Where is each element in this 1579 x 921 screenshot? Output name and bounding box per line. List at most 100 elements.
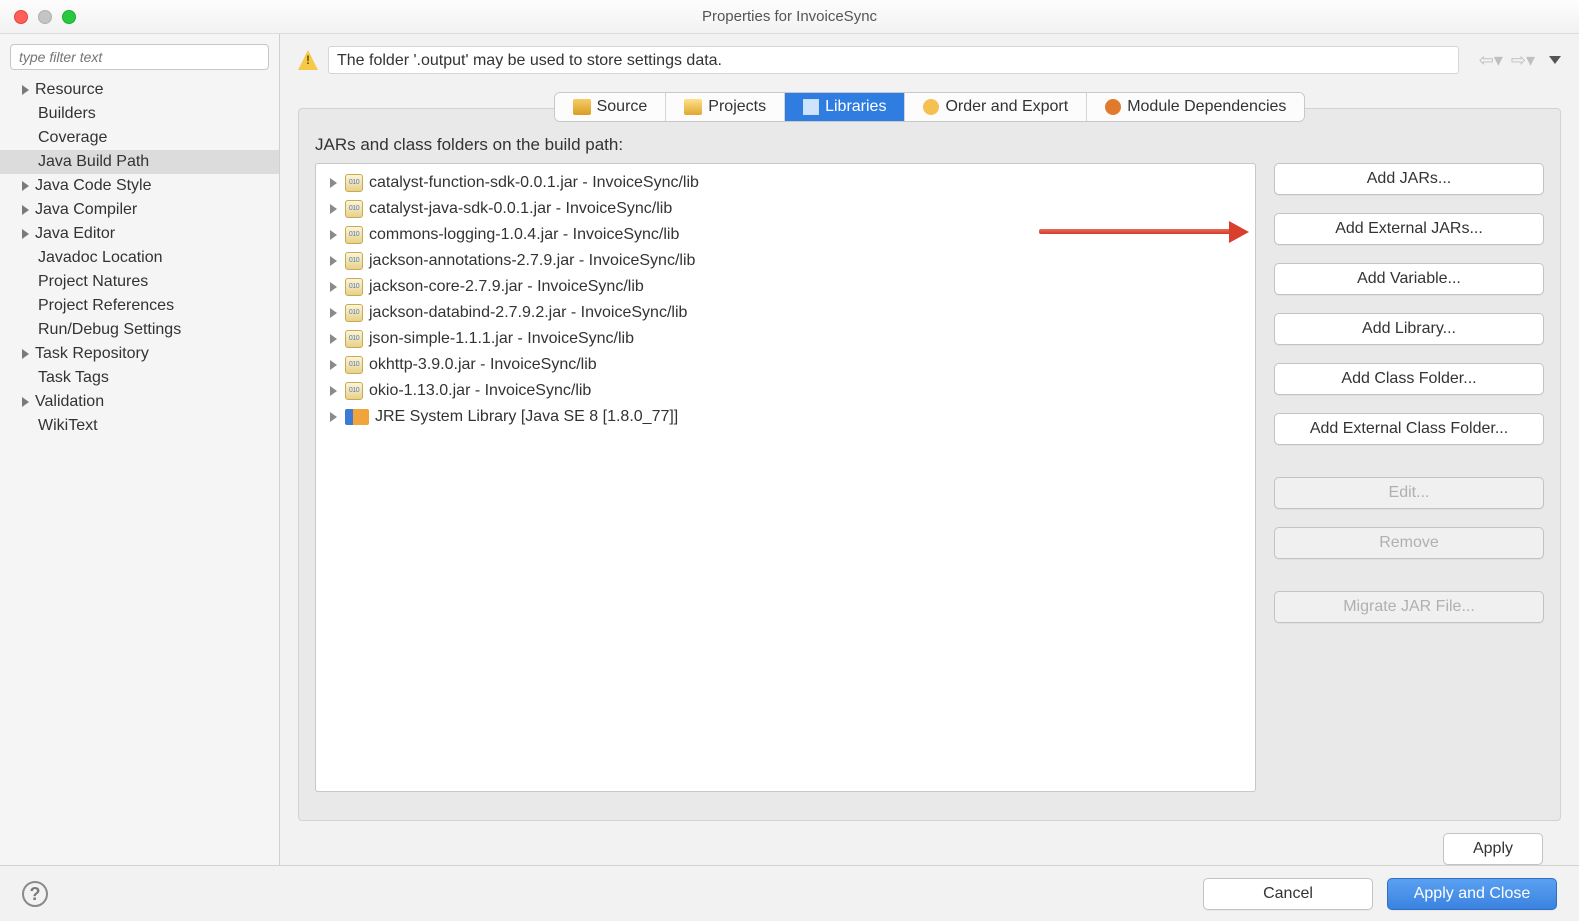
- help-icon[interactable]: ?: [22, 881, 48, 907]
- tab-bar: Source ProjectsLibrariesOrder and Export M…: [554, 92, 1306, 122]
- jar-row[interactable]: JRE System Library [Java SE 8 [1.8.0_77]…: [316, 404, 1255, 430]
- sidebar-item-task-tags[interactable]: Task Tags: [0, 366, 279, 390]
- jar-label: json-simple-1.1.1.jar - InvoiceSync/lib: [369, 330, 634, 348]
- expand-icon[interactable]: [330, 360, 337, 370]
- sidebar-item-builders[interactable]: Builders: [0, 102, 279, 126]
- add-class-folder-button[interactable]: Add Class Folder...: [1274, 363, 1544, 395]
- expand-icon[interactable]: [22, 181, 29, 191]
- jar-label: jackson-databind-2.7.9.2.jar - InvoiceSy…: [369, 304, 687, 322]
- nav-forward-icon[interactable]: ⇨▾: [1511, 50, 1535, 71]
- expand-icon[interactable]: [330, 308, 337, 318]
- jar-list[interactable]: catalyst-function-sdk-0.0.1.jar - Invoic…: [315, 163, 1256, 792]
- jar-label: commons-logging-1.0.4.jar - InvoiceSync/…: [369, 226, 679, 244]
- expand-icon[interactable]: [330, 334, 337, 344]
- expand-icon[interactable]: [330, 282, 337, 292]
- filter-input[interactable]: [10, 44, 269, 70]
- tab-module-dependencies[interactable]: Module Dependencies: [1087, 93, 1304, 121]
- sidebar-tree: Resource Builders CoverageJava Build Path J…: [0, 78, 279, 438]
- expand-icon[interactable]: [330, 230, 337, 240]
- sidebar-item-wikitext[interactable]: WikiText: [0, 414, 279, 438]
- jar-row[interactable]: okhttp-3.9.0.jar - InvoiceSync/lib: [316, 352, 1255, 378]
- tab-order-and-export[interactable]: Order and Export: [905, 93, 1087, 121]
- apply-button[interactable]: Apply: [1443, 833, 1543, 865]
- jar-icon: [345, 226, 363, 244]
- sidebar-item-java-code-style[interactable]: Java Code Style: [0, 174, 279, 198]
- expand-icon[interactable]: [330, 204, 337, 214]
- sidebar-item-project-natures[interactable]: Project Natures: [0, 270, 279, 294]
- jar-row[interactable]: jackson-databind-2.7.9.2.jar - InvoiceSy…: [316, 300, 1255, 326]
- module-icon: [1105, 99, 1121, 115]
- jar-icon: [345, 356, 363, 374]
- sidebar-item-task-repository[interactable]: Task Repository: [0, 342, 279, 366]
- jar-label: jackson-core-2.7.9.jar - InvoiceSync/lib: [369, 278, 644, 296]
- warning-icon: [298, 50, 318, 70]
- jar-label: catalyst-function-sdk-0.0.1.jar - Invoic…: [369, 174, 699, 192]
- edit-button: Edit...: [1274, 477, 1544, 509]
- sidebar-item-label: Javadoc Location: [38, 249, 163, 267]
- apply-and-close-button[interactable]: Apply and Close: [1387, 878, 1557, 910]
- jar-label: jackson-annotations-2.7.9.jar - InvoiceS…: [369, 252, 695, 270]
- sidebar-item-label: Run/Debug Settings: [38, 321, 181, 339]
- jar-row[interactable]: json-simple-1.1.1.jar - InvoiceSync/lib: [316, 326, 1255, 352]
- sidebar-item-java-editor[interactable]: Java Editor: [0, 222, 279, 246]
- add-jars-button[interactable]: Add JARs...: [1274, 163, 1544, 195]
- tab-label: Source: [597, 98, 648, 116]
- add-variable-button[interactable]: Add Variable...: [1274, 263, 1544, 295]
- notice-text: The folder '.output' may be used to stor…: [328, 46, 1459, 74]
- add-library-button[interactable]: Add Library...: [1274, 313, 1544, 345]
- jar-icon: [345, 200, 363, 218]
- jar-label: catalyst-java-sdk-0.0.1.jar - InvoiceSyn…: [369, 200, 672, 218]
- jar-icon: [345, 252, 363, 270]
- sidebar-item-validation[interactable]: Validation: [0, 390, 279, 414]
- title-bar: Properties for InvoiceSync: [0, 0, 1579, 34]
- order-icon: [923, 99, 939, 115]
- jar-row[interactable]: catalyst-function-sdk-0.0.1.jar - Invoic…: [316, 170, 1255, 196]
- sidebar-item-java-build-path[interactable]: Java Build Path: [0, 150, 279, 174]
- remove-button: Remove: [1274, 527, 1544, 559]
- jar-row[interactable]: okio-1.13.0.jar - InvoiceSync/lib: [316, 378, 1255, 404]
- expand-icon[interactable]: [22, 397, 29, 407]
- jar-row[interactable]: commons-logging-1.0.4.jar - InvoiceSync/…: [316, 222, 1255, 248]
- sidebar-item-label: Java Compiler: [35, 201, 137, 219]
- expand-icon[interactable]: [330, 386, 337, 396]
- expand-icon[interactable]: [22, 349, 29, 359]
- expand-icon[interactable]: [22, 85, 29, 95]
- expand-icon[interactable]: [330, 412, 337, 422]
- sidebar-item-label: Java Code Style: [35, 177, 152, 195]
- sidebar-item-label: Builders: [38, 105, 96, 123]
- expand-icon[interactable]: [330, 178, 337, 188]
- sidebar-item-label: WikiText: [38, 417, 98, 435]
- jar-row[interactable]: jackson-core-2.7.9.jar - InvoiceSync/lib: [316, 274, 1255, 300]
- sidebar-item-javadoc-location[interactable]: Javadoc Location: [0, 246, 279, 270]
- sidebar-item-coverage[interactable]: Coverage: [0, 126, 279, 150]
- sidebar-item-label: Project Natures: [38, 273, 148, 291]
- tab-source[interactable]: Source: [555, 93, 667, 121]
- jar-row[interactable]: jackson-annotations-2.7.9.jar - InvoiceS…: [316, 248, 1255, 274]
- projects-icon: [684, 99, 702, 115]
- view-menu-icon[interactable]: [1549, 56, 1561, 64]
- add-external-class-folder-button[interactable]: Add External Class Folder...: [1274, 413, 1544, 445]
- nav-back-icon[interactable]: ⇦▾: [1479, 50, 1503, 71]
- sidebar-item-java-compiler[interactable]: Java Compiler: [0, 198, 279, 222]
- jar-row[interactable]: catalyst-java-sdk-0.0.1.jar - InvoiceSyn…: [316, 196, 1255, 222]
- tab-label: Module Dependencies: [1127, 98, 1286, 116]
- expand-icon[interactable]: [330, 256, 337, 266]
- expand-icon[interactable]: [22, 205, 29, 215]
- section-label: JARs and class folders on the build path…: [315, 135, 1544, 155]
- sidebar-item-label: Resource: [35, 81, 103, 99]
- tab-libraries[interactable]: Libraries: [785, 93, 905, 121]
- sidebar-item-label: Validation: [35, 393, 104, 411]
- sidebar-item-project-references[interactable]: Project References: [0, 294, 279, 318]
- expand-icon[interactable]: [22, 229, 29, 239]
- window-title: Properties for InvoiceSync: [0, 8, 1579, 25]
- jar-icon: [345, 304, 363, 322]
- jar-icon: [345, 330, 363, 348]
- sidebar-item-resource[interactable]: Resource: [0, 78, 279, 102]
- cancel-button[interactable]: Cancel: [1203, 878, 1373, 910]
- jar-label: okhttp-3.9.0.jar - InvoiceSync/lib: [369, 356, 597, 374]
- sidebar: Resource Builders CoverageJava Build Path J…: [0, 34, 280, 865]
- tab-projects[interactable]: Projects: [666, 93, 785, 121]
- add-external-jars-button[interactable]: Add External JARs...: [1274, 213, 1544, 245]
- sidebar-item-run-debug-settings[interactable]: Run/Debug Settings: [0, 318, 279, 342]
- jre-library-icon: [345, 409, 369, 425]
